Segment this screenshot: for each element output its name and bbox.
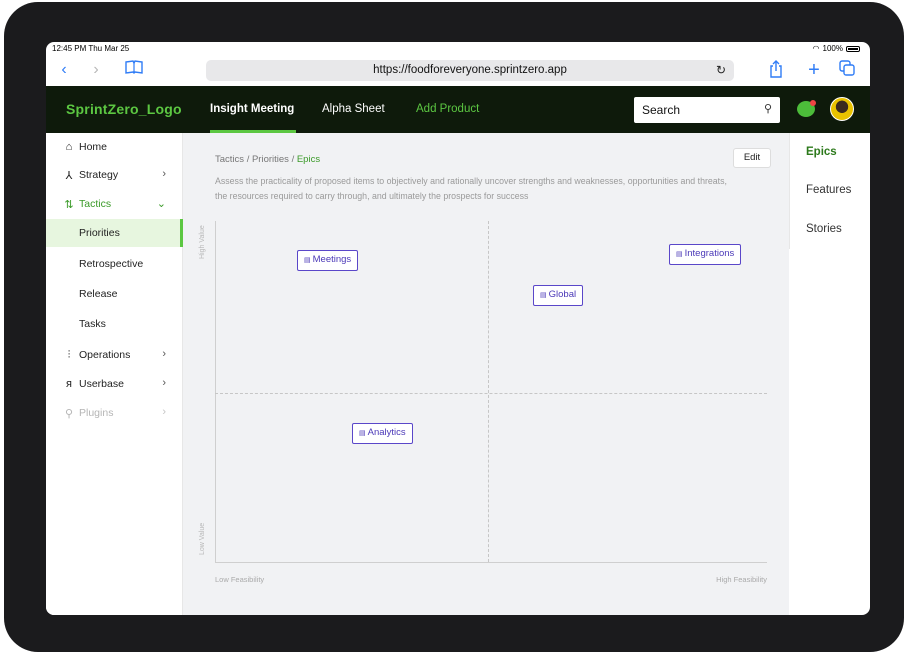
- avatar[interactable]: [830, 97, 854, 121]
- epic-card-meetings[interactable]: ▤ Meetings: [297, 250, 359, 271]
- tactics-icon: ⇅: [64, 199, 74, 211]
- chevron-right-icon: ›: [162, 406, 166, 418]
- card-icon: ▤: [304, 257, 311, 264]
- search-placeholder: Search: [642, 103, 681, 117]
- edit-button[interactable]: Edit: [733, 148, 771, 168]
- tablet-frame: 12:45 PM Thu Mar 25 ◠ 100% ‹ › https://f…: [4, 2, 904, 652]
- breadcrumb-epics: Epics: [296, 154, 321, 165]
- userbase-icon: ᴙ: [66, 378, 72, 390]
- sidebar-item-label: Userbase: [79, 378, 124, 390]
- nav-alpha-sheet[interactable]: Alpha Sheet: [322, 103, 385, 115]
- breadcrumb-priorities[interactable]: Priorities: [252, 154, 289, 165]
- sidebar: ⌂ Home ⅄ Strategy › ⇅ Tactics ⌄ Prioriti…: [46, 133, 183, 615]
- home-icon: ⌂: [65, 141, 73, 153]
- sidebar-item-plugins[interactable]: ⚲ Plugins ›: [46, 403, 183, 425]
- horizontal-divider: [215, 393, 767, 394]
- tab-epics[interactable]: Epics: [806, 146, 837, 158]
- epic-card-label: Analytics: [367, 427, 406, 438]
- nav-add-product[interactable]: Add Product: [416, 103, 479, 115]
- bookmarks-icon[interactable]: [124, 60, 144, 80]
- y-label-low: Low Value: [199, 522, 206, 555]
- status-time: 12:45 PM Thu Mar 25: [52, 44, 130, 53]
- sidebar-item-operations[interactable]: ⫶ Operations ›: [46, 345, 183, 367]
- sidebar-item-label: Tactics: [79, 198, 112, 210]
- operations-icon: ⫶: [67, 349, 71, 361]
- epic-card-analytics[interactable]: ▤ Analytics: [352, 423, 413, 444]
- sidebar-item-label: Strategy: [79, 169, 119, 181]
- priority-matrix: High Value Low Value Low Feasibility Hig…: [199, 221, 770, 606]
- sidebar-item-home[interactable]: ⌂ Home: [46, 137, 183, 159]
- chevron-right-icon: ›: [162, 377, 166, 389]
- address-bar[interactable]: https://foodforeveryone.sprintzero.app ↻: [206, 60, 734, 81]
- card-icon: ▤: [676, 251, 683, 258]
- epic-card-integrations[interactable]: ▤ Integrations: [669, 244, 742, 265]
- sidebar-item-label: Retrospective: [79, 258, 144, 270]
- chevron-right-icon: ›: [162, 168, 166, 180]
- reload-icon[interactable]: ↻: [716, 60, 726, 81]
- breadcrumb: Tactics / Priorities / Epics: [215, 154, 321, 165]
- sidebar-item-label: Operations: [79, 349, 131, 361]
- card-icon: ▤: [540, 292, 547, 299]
- status-bar: 12:45 PM Thu Mar 25 ◠ 100%: [46, 42, 870, 56]
- y-axis: [215, 221, 216, 562]
- page-description: Assess the practicality of proposed item…: [215, 176, 727, 201]
- epic-card-label: Meetings: [312, 254, 352, 265]
- battery-icon: [846, 45, 860, 52]
- nav-insight-meeting[interactable]: Insight Meeting: [210, 103, 294, 115]
- sidebar-item-userbase[interactable]: ᴙ Userbase ›: [46, 374, 183, 396]
- forward-icon[interactable]: ›: [86, 60, 106, 80]
- sidebar-item-priorities[interactable]: Priorities: [46, 219, 183, 247]
- breadcrumb-tactics[interactable]: Tactics: [215, 154, 244, 165]
- new-tab-icon[interactable]: +: [804, 60, 824, 80]
- sidebar-item-label: Tasks: [79, 318, 106, 330]
- app-logo[interactable]: SprintZero_Logo: [66, 101, 182, 117]
- tab-features[interactable]: Features: [806, 184, 851, 196]
- x-axis: [215, 562, 767, 563]
- url-text: https://foodforeveryone.sprintzero.app: [373, 64, 567, 76]
- screen: 12:45 PM Thu Mar 25 ◠ 100% ‹ › https://f…: [46, 42, 870, 615]
- epic-card-label: Global: [548, 289, 577, 300]
- card-icon: ▤: [359, 430, 366, 437]
- plugins-icon: ⚲: [64, 408, 74, 420]
- sidebar-item-retrospective[interactable]: Retrospective: [46, 250, 183, 278]
- chat-icon[interactable]: [797, 100, 816, 117]
- sidebar-item-label: Release: [79, 288, 118, 300]
- tabs-icon[interactable]: [837, 60, 857, 80]
- tab-stories[interactable]: Stories: [806, 223, 842, 235]
- chevron-down-icon: ⌄: [156, 198, 166, 210]
- epic-card-label: Integrations: [684, 248, 735, 259]
- vertical-divider: [488, 221, 489, 562]
- search-icon[interactable]: ⚲: [764, 102, 772, 115]
- sidebar-item-release[interactable]: Release: [46, 280, 183, 308]
- sidebar-item-tasks[interactable]: Tasks: [46, 310, 183, 338]
- sidebar-item-tactics[interactable]: ⇅ Tactics ⌄: [46, 194, 183, 216]
- main-content: Tactics / Priorities / Epics Edit Assess…: [183, 133, 789, 615]
- y-label-high: High Value: [199, 225, 206, 259]
- strategy-icon: ⅄: [65, 170, 73, 182]
- sidebar-item-label: Home: [79, 141, 108, 153]
- battery-indicator: ◠ 100%: [813, 44, 860, 53]
- battery-label: 100%: [822, 44, 843, 53]
- chevron-right-icon: ›: [162, 348, 166, 360]
- right-panel-tabs: Epics Features Stories: [789, 133, 870, 249]
- search-input[interactable]: Search ⚲: [634, 97, 780, 123]
- back-icon[interactable]: ‹: [54, 60, 74, 80]
- wifi-icon: ◠: [812, 44, 820, 53]
- share-icon[interactable]: [766, 60, 786, 80]
- app-navbar: SprintZero_Logo Insight Meeting Alpha Sh…: [46, 86, 870, 133]
- sidebar-item-strategy[interactable]: ⅄ Strategy ›: [46, 165, 183, 187]
- sidebar-item-label: Plugins: [79, 407, 114, 419]
- epic-card-global[interactable]: ▤ Global: [533, 285, 584, 306]
- browser-toolbar: ‹ › https://foodforeveryone.sprintzero.a…: [46, 56, 870, 86]
- sidebar-item-label: Priorities: [79, 227, 120, 239]
- x-label-low: Low Feasibility: [215, 575, 265, 584]
- x-label-high: High Feasibility: [716, 575, 767, 584]
